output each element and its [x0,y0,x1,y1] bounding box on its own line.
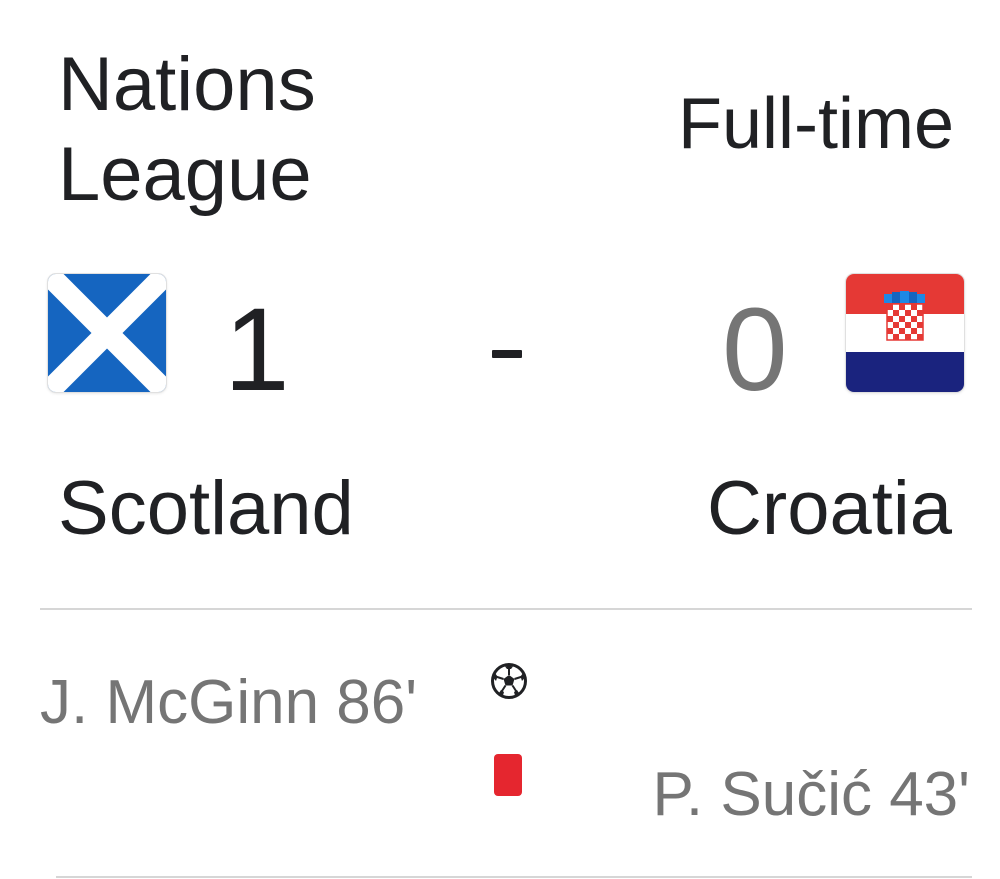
home-team-name[interactable]: Scotland [58,466,354,552]
competition-name: Nations League [58,42,316,217]
away-team-name[interactable]: Croatia [707,466,952,552]
scotland-flag-icon [48,274,166,392]
away-red-card-event: P. Sučić 43' [652,760,970,829]
red-card-icon [494,754,522,796]
home-goal-event: J. McGinn 86' [40,668,418,737]
croatia-flag-icon [846,274,964,392]
match-status: Full-time [677,84,954,164]
score-separator [492,350,522,358]
divider [56,876,972,878]
away-score: 0 [722,284,788,416]
soccer-ball-icon [490,662,528,700]
divider [40,608,972,610]
home-score: 1 [224,284,290,416]
